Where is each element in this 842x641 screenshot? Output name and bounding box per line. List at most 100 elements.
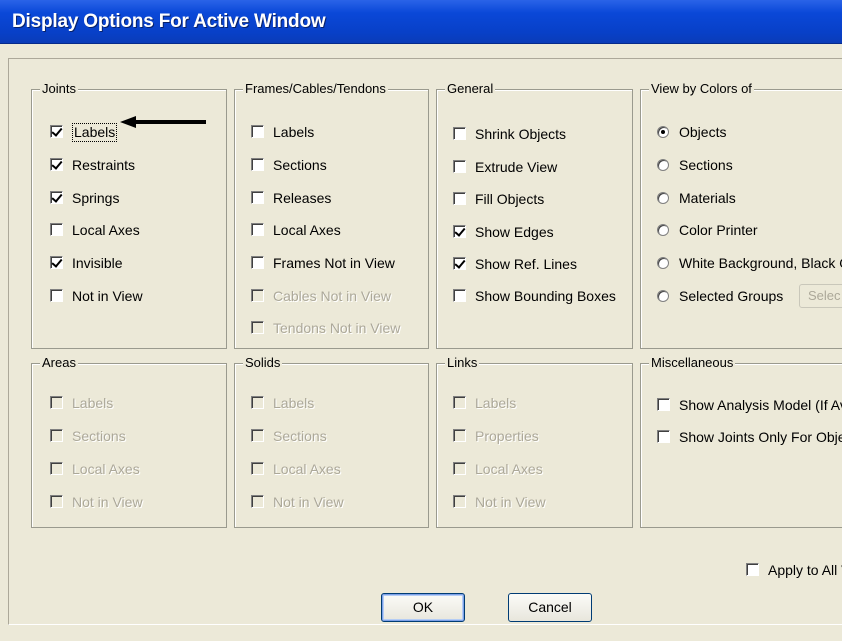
checkbox-label: Local Axes [72, 461, 140, 477]
checkbox-label: Shrink Objects [475, 126, 567, 142]
ok-button[interactable]: OK [381, 593, 465, 622]
checkbox-label: Labels [71, 123, 118, 142]
checkbox-box [251, 495, 264, 508]
checkbox-box [251, 321, 264, 334]
checkbox-label: Labels [475, 395, 517, 411]
title-bar[interactable]: Display Options For Active Window [0, 0, 842, 44]
checkbox-label: Show Analysis Model (If Ava [679, 397, 842, 413]
cancel-button[interactable]: Cancel [508, 593, 592, 622]
radio-label: Selected Groups [679, 288, 784, 304]
options-frame: Joints Labels Restraints Springs Local A… [8, 58, 842, 625]
checkbox-label: Show Joints Only For Objects [679, 429, 842, 445]
radio-label: Color Printer [679, 222, 758, 238]
checkbox-box[interactable] [657, 430, 670, 443]
checkbox-box[interactable] [453, 257, 466, 270]
frames-group: Frames/Cables/Tendons Labels Sections Re… [234, 81, 429, 349]
checkbox-box[interactable] [453, 160, 466, 173]
checkbox-box[interactable] [50, 289, 63, 302]
checkbox-box[interactable] [50, 158, 63, 171]
links-group-title: Links [445, 355, 480, 371]
checkbox-label: Sections [273, 428, 327, 444]
misc-group-title: Miscellaneous [649, 355, 736, 371]
checkbox-label: Not in View [72, 288, 143, 304]
radio-circle[interactable] [657, 159, 669, 171]
checkbox-box[interactable] [50, 125, 63, 138]
radio-circle[interactable] [657, 290, 669, 302]
general-group: General Shrink Objects Extrude View Fill… [436, 81, 633, 349]
solids-group: Solids Labels Sections Local Axes Not in… [234, 355, 429, 528]
checkbox-box[interactable] [453, 225, 466, 238]
checkbox-box [50, 462, 63, 475]
checkbox-label: Restraints [72, 157, 136, 173]
checkbox-box [50, 396, 63, 409]
checkbox-label: Labels [273, 124, 315, 140]
view-colors-group: View by Colors of Objects Sections Mater… [640, 81, 842, 349]
checkbox-label: Invisible [72, 255, 123, 271]
radio-label: Sections [679, 157, 733, 173]
window-title: Display Options For Active Window [12, 11, 326, 32]
solids-group-title: Solids [243, 355, 283, 371]
checkbox-label: Fill Objects [475, 191, 545, 207]
display-options-dialog: Display Options For Active Window Joints… [0, 0, 842, 641]
checkbox-box [453, 495, 466, 508]
checkbox-box[interactable] [50, 223, 63, 236]
checkbox-box[interactable] [50, 191, 63, 204]
checkbox-label: Cables Not in View [273, 288, 392, 304]
radio-circle[interactable] [657, 224, 669, 236]
general-group-title: General [445, 81, 496, 97]
checkbox-label: Tendons Not in View [273, 320, 401, 336]
checkbox-box[interactable] [251, 223, 264, 236]
radio-circle[interactable] [657, 257, 669, 269]
checkbox-label: Show Edges [475, 224, 554, 240]
checkbox-box[interactable] [251, 191, 264, 204]
frames-group-title: Frames/Cables/Tendons [243, 81, 388, 97]
checkbox-box [453, 396, 466, 409]
checkbox-box [453, 429, 466, 442]
checkbox-label: Show Ref. Lines [475, 256, 577, 272]
checkbox-label: Not in View [72, 494, 143, 510]
checkbox-label: Not in View [273, 494, 344, 510]
checkbox-label: Labels [72, 395, 114, 411]
radio-circle[interactable] [657, 126, 669, 138]
checkbox-label: Labels [273, 395, 315, 411]
checkbox-box [50, 429, 63, 442]
checkbox-box[interactable] [657, 398, 670, 411]
checkbox-box[interactable] [50, 256, 63, 269]
checkbox-label: Sections [72, 428, 126, 444]
dialog-body: Joints Labels Restraints Springs Local A… [0, 44, 842, 641]
joints-group-title: Joints [40, 81, 78, 97]
links-group: Links Labels Properties Local Axes Not i… [436, 355, 633, 528]
checkbox-box[interactable] [453, 289, 466, 302]
radio-label: Materials [679, 190, 736, 206]
checkbox-box[interactable] [251, 125, 264, 138]
checkbox-box [251, 396, 264, 409]
misc-group: Miscellaneous Show Analysis Model (If Av… [640, 355, 842, 528]
checkbox-label: Not in View [475, 494, 546, 510]
checkbox-label: Show Bounding Boxes [475, 288, 616, 304]
view-colors-group-title: View by Colors of [649, 81, 754, 97]
checkbox-box [453, 462, 466, 475]
checkbox-box [251, 429, 264, 442]
checkbox-box[interactable] [251, 158, 264, 171]
checkbox-label: Apply to All V [768, 562, 842, 578]
select-groups-button: Selec [799, 284, 842, 308]
checkbox-box[interactable] [453, 127, 466, 140]
checkbox-label: Extrude View [475, 159, 558, 175]
checkbox-box[interactable] [251, 256, 264, 269]
checkbox-label: Frames Not in View [273, 255, 395, 271]
checkbox-label: Releases [273, 190, 332, 206]
checkbox-box [251, 289, 264, 302]
checkbox-label: Sections [273, 157, 327, 173]
checkbox-box[interactable] [746, 563, 759, 576]
annotation-arrow-icon [120, 116, 206, 128]
areas-group-title: Areas [40, 355, 78, 371]
checkbox-box [251, 462, 264, 475]
radio-circle[interactable] [657, 192, 669, 204]
checkbox-box[interactable] [453, 192, 466, 205]
checkbox-label: Springs [72, 190, 120, 206]
radio-label: Objects [679, 124, 727, 140]
joints-group: Joints Labels Restraints Springs Local A… [31, 81, 227, 349]
checkbox-label: Local Axes [72, 222, 140, 238]
checkbox-label: Local Axes [475, 461, 543, 477]
radio-label: White Background, Black Ol [679, 255, 842, 271]
